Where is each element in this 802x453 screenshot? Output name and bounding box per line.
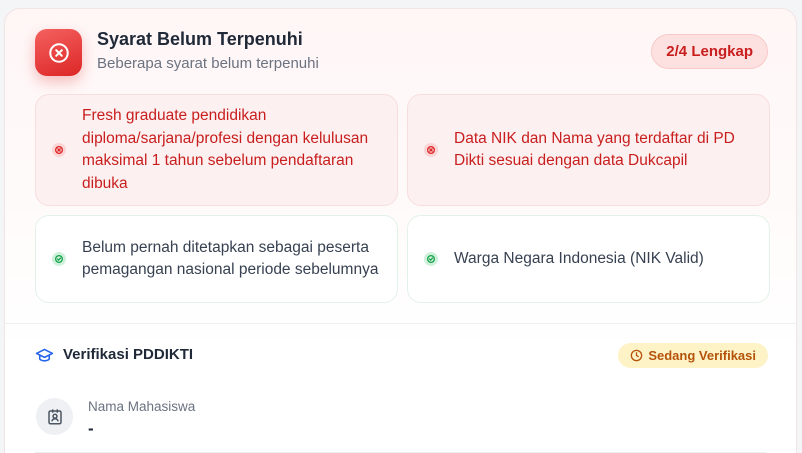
verification-section-title: Verifikasi PDDIKTI (35, 346, 193, 363)
requirement-item: Warga Negara Indonesia (NIK Valid) (407, 215, 770, 303)
requirement-text: Data NIK dan Nama yang terdaftar di PD D… (454, 129, 735, 170)
x-circle-icon (35, 29, 82, 76)
id-card-icon (36, 398, 73, 435)
clock-icon (631, 349, 643, 362)
requirement-item: Data NIK dan Nama yang terdaftar di PD D… (407, 94, 770, 206)
card-subtitle: Beberapa syarat belum terpenuhi (97, 55, 319, 72)
verification-title: Verifikasi PDDIKTI (63, 346, 194, 363)
check-circle-icon (52, 252, 66, 266)
check-circle-icon (424, 252, 438, 266)
requirement-item: Fresh graduate pendidikan diploma/sarjan… (35, 94, 398, 206)
requirement-text: Fresh graduate pendidikan diploma/sarjan… (82, 107, 369, 192)
requirement-item: Belum pernah ditetapkan sebagai peserta … (35, 215, 398, 303)
requirements-card: Syarat Belum Terpenuhi Beberapa syarat b… (4, 8, 797, 453)
x-circle-icon (424, 143, 438, 157)
requirement-text: Warga Negara Indonesia (NIK Valid) (454, 249, 704, 267)
field-value: - (88, 419, 94, 438)
card-title: Syarat Belum Terpenuhi (97, 29, 303, 49)
field-label: Nama Mahasiswa (88, 399, 196, 414)
x-circle-icon (52, 143, 66, 157)
verification-status-text: Sedang Verifikasi (648, 348, 756, 363)
progress-badge: 2/4 Lengkap (651, 34, 768, 69)
verification-status-badge: Sedang Verifikasi (618, 343, 768, 368)
graduation-cap-icon (35, 348, 54, 362)
section-divider (5, 323, 796, 324)
requirement-text: Belum pernah ditetapkan sebagai peserta … (82, 238, 379, 279)
